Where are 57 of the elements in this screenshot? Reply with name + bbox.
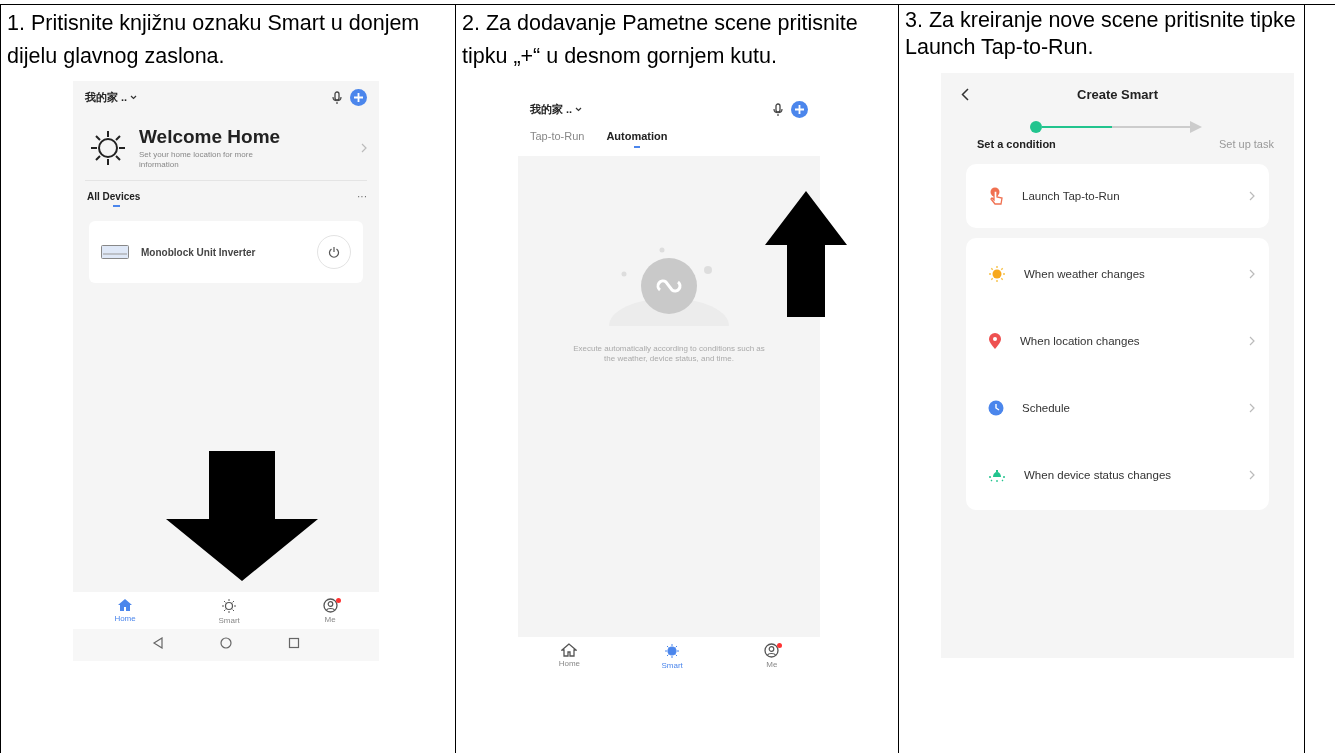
condition-option[interactable]: Schedule [966, 374, 1269, 441]
add-icon[interactable] [791, 101, 808, 118]
sun-icon [664, 643, 681, 659]
instruction-text: 3. Za kreiranje nove scene pritisnite tipke Launch Tap-to-Run. [905, 7, 1297, 61]
screen-title: Create Smart [1076, 87, 1159, 102]
back-icon[interactable] [152, 637, 164, 649]
microphone-icon[interactable] [773, 102, 783, 117]
sun-icon [988, 264, 1006, 283]
chevron-right-icon [1249, 335, 1255, 346]
nav-tab[interactable]: Me [322, 598, 338, 625]
device-card[interactable]: Monoblock Unit Inverter [89, 221, 363, 283]
add-icon[interactable] [350, 89, 367, 106]
tab[interactable]: Tap-to-Run [530, 130, 585, 148]
nav-tab[interactable]: Smart [661, 643, 683, 670]
home-circle-icon[interactable] [220, 637, 232, 649]
chevron-down-icon [575, 107, 583, 112]
chevron-right-icon [1249, 402, 1255, 413]
back-icon[interactable] [961, 88, 969, 101]
condition-option[interactable]: When location changes [966, 307, 1269, 374]
step-label: Set up task [1218, 138, 1274, 150]
microphone-icon[interactable] [332, 90, 342, 105]
condition-option[interactable]: When device status changes [966, 441, 1269, 508]
location-pin-icon [988, 331, 1002, 350]
condition-option[interactable]: When weather changes [966, 240, 1269, 307]
air-conditioner-icon [101, 245, 129, 259]
nav-tab[interactable]: Home [558, 643, 581, 670]
nav-tab[interactable]: Smart [218, 598, 240, 625]
section-title: All Devices [87, 191, 142, 202]
instruction-text: 2. Za dodavanje Pametne scene pritisnite tipku „+“ u desnom gornjem kutu. [462, 10, 859, 70]
tab[interactable]: Automation [606, 130, 668, 148]
condition-option[interactable]: Launch Tap-to-Run [966, 166, 1269, 226]
sun-icon [89, 129, 127, 167]
chevron-right-icon [1249, 191, 1255, 201]
welcome-title: Welcome Home [139, 126, 282, 148]
profile-icon [764, 643, 780, 658]
instruction-text: 1. Pritisnite knjižnu oznaku Smart u donjem dijelu glavnog zaslona. [7, 10, 421, 70]
step-label: Set a condition [977, 138, 1056, 150]
hand-tap-icon [988, 187, 1004, 205]
power-icon [328, 246, 340, 258]
sun-icon [221, 598, 238, 614]
up-arrow-icon [765, 191, 847, 317]
chevron-right-icon [361, 143, 367, 153]
recent-apps-icon[interactable] [288, 637, 300, 649]
chevron-right-icon [1249, 469, 1255, 480]
chevron-down-icon [130, 95, 138, 100]
device-name: Monoblock Unit Inverter [141, 246, 257, 258]
chevron-right-icon [1249, 268, 1255, 279]
welcome-subtitle: Set your home location for more information [139, 150, 254, 170]
down-arrow-icon [166, 451, 318, 581]
home-icon [561, 643, 578, 657]
home-selector[interactable]: 我的家 .. [85, 90, 324, 105]
profile-icon [322, 598, 338, 613]
more-button[interactable]: ··· [357, 191, 367, 202]
nav-tab[interactable]: Home [114, 598, 136, 625]
clock-icon [988, 399, 1004, 416]
home-icon [117, 598, 134, 612]
nav-tab[interactable]: Me [764, 643, 780, 670]
